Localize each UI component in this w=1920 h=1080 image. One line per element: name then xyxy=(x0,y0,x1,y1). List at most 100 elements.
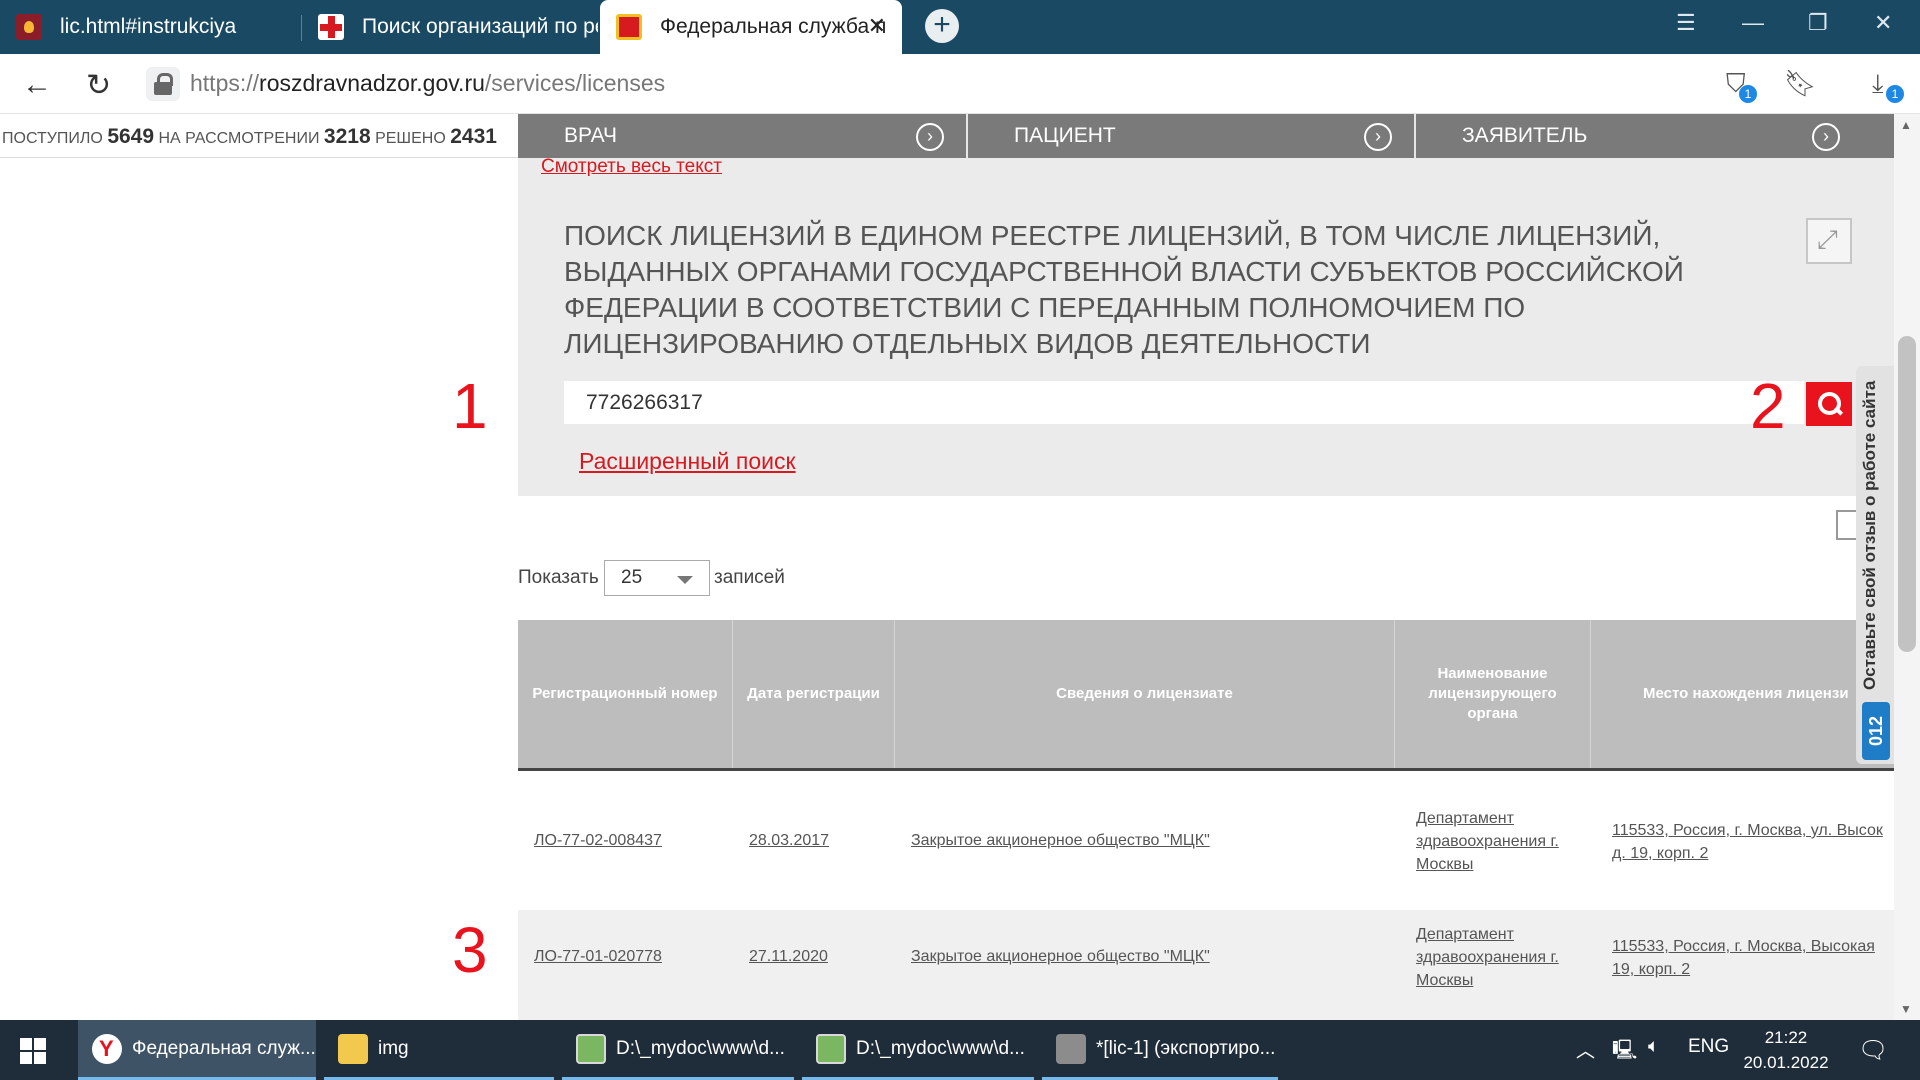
received-value: 5649 xyxy=(107,125,155,148)
column-header-authority[interactable]: Наименование лицензирующего органа xyxy=(1395,620,1591,768)
authority-link[interactable]: здравоохранения г. xyxy=(1416,830,1559,853)
statistics-bar: ПОСТУПИЛО 5649 НА РАССМОТРЕНИИ 3218 РЕШЕ… xyxy=(0,114,518,158)
bookmark-icon[interactable]: 🔖︎ xyxy=(1784,68,1817,99)
table-row: ЛО-77-01-020778 27.11.2020 Закрытое акци… xyxy=(518,910,1894,1026)
browser-tab-active[interactable]: Федеральная служба п ✕ xyxy=(600,0,902,54)
browser-tab[interactable]: Поиск организаций по ре xyxy=(302,0,598,54)
nav-item-patient[interactable]: ПАЦИЕНТ › xyxy=(966,114,1414,158)
taskbar-clock[interactable]: 21:22 20.01.2022 xyxy=(1742,1025,1830,1075)
address-link[interactable]: д. 19, корп. 2 xyxy=(1612,842,1708,865)
records-label: записей xyxy=(714,567,785,588)
authority-link[interactable]: Департамент xyxy=(1416,923,1514,946)
address-link[interactable]: 19, корп. 2 xyxy=(1612,958,1690,981)
taskbar-item-gimp[interactable]: *[lic-1] (экспортиро... xyxy=(1042,1020,1278,1080)
network-icon[interactable]: 🖳︎ xyxy=(1612,1036,1637,1068)
language-indicator[interactable]: ENG xyxy=(1688,1036,1729,1058)
authority-link[interactable]: здравоохранения г. xyxy=(1416,946,1559,969)
page-size-select[interactable]: 25 xyxy=(604,560,710,596)
browser-menu-icon[interactable]: ☰ xyxy=(1676,10,1696,36)
browser-tab[interactable]: lic.html#instrukciya xyxy=(0,0,300,54)
close-window-icon[interactable]: ✕ xyxy=(1874,10,1892,36)
taskbar-item-image-viewer[interactable]: D:\_mydoc\www\d... xyxy=(802,1020,1034,1080)
restore-icon[interactable]: ❐ xyxy=(1808,10,1828,36)
url-field[interactable]: https://roszdravnadzor.gov.ru/services/l… xyxy=(190,70,665,97)
nav-item-label: ЗАЯВИТЕЛЬ xyxy=(1462,124,1588,147)
reg-number-link[interactable]: ЛО-77-02-008437 xyxy=(534,829,662,852)
reg-date-link[interactable]: 27.11.2020 xyxy=(749,945,828,968)
column-header-label: Место нахождения лицензи xyxy=(1643,685,1849,702)
browser-tab-bar: lic.html#instrukciya Поиск организаций п… xyxy=(0,0,1920,54)
column-header-reg-number[interactable]: Регистрационный номер xyxy=(518,620,733,768)
annotation-marker-2: 2 xyxy=(1750,370,1786,442)
export-document-icon[interactable] xyxy=(1836,510,1858,540)
notifications-icon[interactable]: 🗨︎ xyxy=(1858,1036,1888,1065)
tab-title: Федеральная служба п xyxy=(660,15,887,38)
tab-title: lic.html#instrukciya xyxy=(60,15,237,38)
reg-date-link[interactable]: 28.03.2017 xyxy=(749,829,829,852)
address-link[interactable]: 115533, Россия, г. Москва, ул. Высок xyxy=(1612,819,1883,842)
licensee-link[interactable]: Закрытое акционерное общество "МЦК" xyxy=(911,945,1210,968)
search-panel-title: Поиск лицензий в едином реестре лицензий… xyxy=(564,220,1684,359)
taskbar-item-label: Федеральная служ... xyxy=(132,1037,316,1059)
feedback-badge: 012 xyxy=(1862,702,1890,760)
scrollbar-thumb[interactable] xyxy=(1898,336,1916,652)
address-link[interactable]: 115533, Россия, г. Москва, Высокая xyxy=(1612,935,1875,958)
roszdravnadzor-favicon-icon xyxy=(616,14,642,40)
site-favicon-icon xyxy=(16,14,42,40)
show-label: Показать xyxy=(518,567,599,588)
windows-start-icon[interactable] xyxy=(20,1038,46,1064)
search-button[interactable] xyxy=(1806,382,1852,426)
table-row: ЛО-77-02-008437 28.03.2017 Закрытое акци… xyxy=(518,783,1894,899)
scroll-up-icon[interactable]: ▲ xyxy=(1900,118,1912,132)
authority-link[interactable]: Москвы xyxy=(1416,853,1473,876)
licensee-link[interactable]: Закрытое акционерное общество "МЦК" xyxy=(911,829,1210,852)
close-tab-icon[interactable]: ✕ xyxy=(868,13,886,39)
nav-item-label: ВРАЧ xyxy=(564,124,617,147)
download-icon[interactable]: ⤓ xyxy=(1872,68,1884,100)
column-header-address[interactable]: Место нахождения лицензи xyxy=(1591,620,1894,768)
taskbar-item-label: *[lic-1] (экспортиро... xyxy=(1096,1037,1276,1059)
reg-number-link[interactable]: ЛО-77-01-020778 xyxy=(534,945,662,968)
taskbar-item-browser[interactable]: Федеральная служ... xyxy=(78,1020,316,1080)
expand-icon[interactable] xyxy=(1806,218,1852,264)
new-tab-button[interactable]: + xyxy=(925,9,959,43)
taskbar-item-image-viewer[interactable]: D:\_mydoc\www\d... xyxy=(562,1020,794,1080)
scroll-down-icon[interactable]: ▼ xyxy=(1900,1002,1912,1016)
authority-link[interactable]: Департамент xyxy=(1416,807,1514,830)
volume-icon[interactable]: 🔈︎ xyxy=(1648,1036,1659,1058)
extension-badge: 1 xyxy=(1739,85,1757,103)
back-arrow-icon[interactable]: ← xyxy=(22,68,52,102)
url-scheme: https:// xyxy=(190,70,260,96)
authority-link[interactable]: Москвы xyxy=(1416,969,1473,992)
address-bar: ← ↻ https://roszdravnadzor.gov.ru/servic… xyxy=(0,54,1920,114)
folder-icon xyxy=(338,1033,368,1064)
column-header-licensee[interactable]: Сведения о лицензиате xyxy=(895,620,1395,768)
column-header-label: Дата регистрации xyxy=(747,685,880,702)
tray-chevron-up-icon[interactable]: ︿ xyxy=(1576,1036,1595,1063)
lock-icon[interactable] xyxy=(146,67,180,101)
chevron-right-icon: › xyxy=(1364,123,1392,151)
taskbar-item-label: D:\_mydoc\www\d... xyxy=(856,1037,1025,1059)
taskbar-item-label: img xyxy=(378,1037,409,1059)
license-search-input[interactable] xyxy=(564,381,1804,424)
received-label: ПОСТУПИЛО xyxy=(2,130,103,147)
nav-item-doctor[interactable]: ВРАЧ › xyxy=(518,114,966,158)
column-header-reg-date[interactable]: Дата регистрации xyxy=(733,620,895,768)
advanced-search-link[interactable]: Расширенный поиск xyxy=(579,448,796,475)
taskbar-item-folder[interactable]: img xyxy=(324,1020,554,1080)
tab-title: Поиск организаций по ре xyxy=(362,15,598,38)
license-table-header: Регистрационный номер Дата регистрации С… xyxy=(518,620,1894,771)
clock-date: 20.01.2022 xyxy=(1743,1053,1829,1072)
column-header-label: Сведения о лицензиате xyxy=(1056,685,1233,702)
annotation-marker-3: 3 xyxy=(452,914,488,986)
gimp-icon xyxy=(1056,1033,1086,1064)
reload-icon[interactable]: ↻ xyxy=(86,68,111,103)
windows-taskbar: Федеральная служ... img D:\_mydoc\www\d.… xyxy=(0,1020,1920,1080)
review-value: 3218 xyxy=(323,125,371,148)
see-full-text-link[interactable]: Смотреть весь текст xyxy=(541,156,722,178)
minimize-icon[interactable]: — xyxy=(1742,10,1764,36)
column-header-label: Регистрационный номер xyxy=(532,685,718,702)
audience-nav: ВРАЧ › ПАЦИЕНТ › ЗАЯВИТЕЛЬ › xyxy=(518,114,1894,158)
clock-time: 21:22 xyxy=(1764,1028,1808,1047)
nav-item-applicant[interactable]: ЗАЯВИТЕЛЬ › xyxy=(1414,114,1862,158)
